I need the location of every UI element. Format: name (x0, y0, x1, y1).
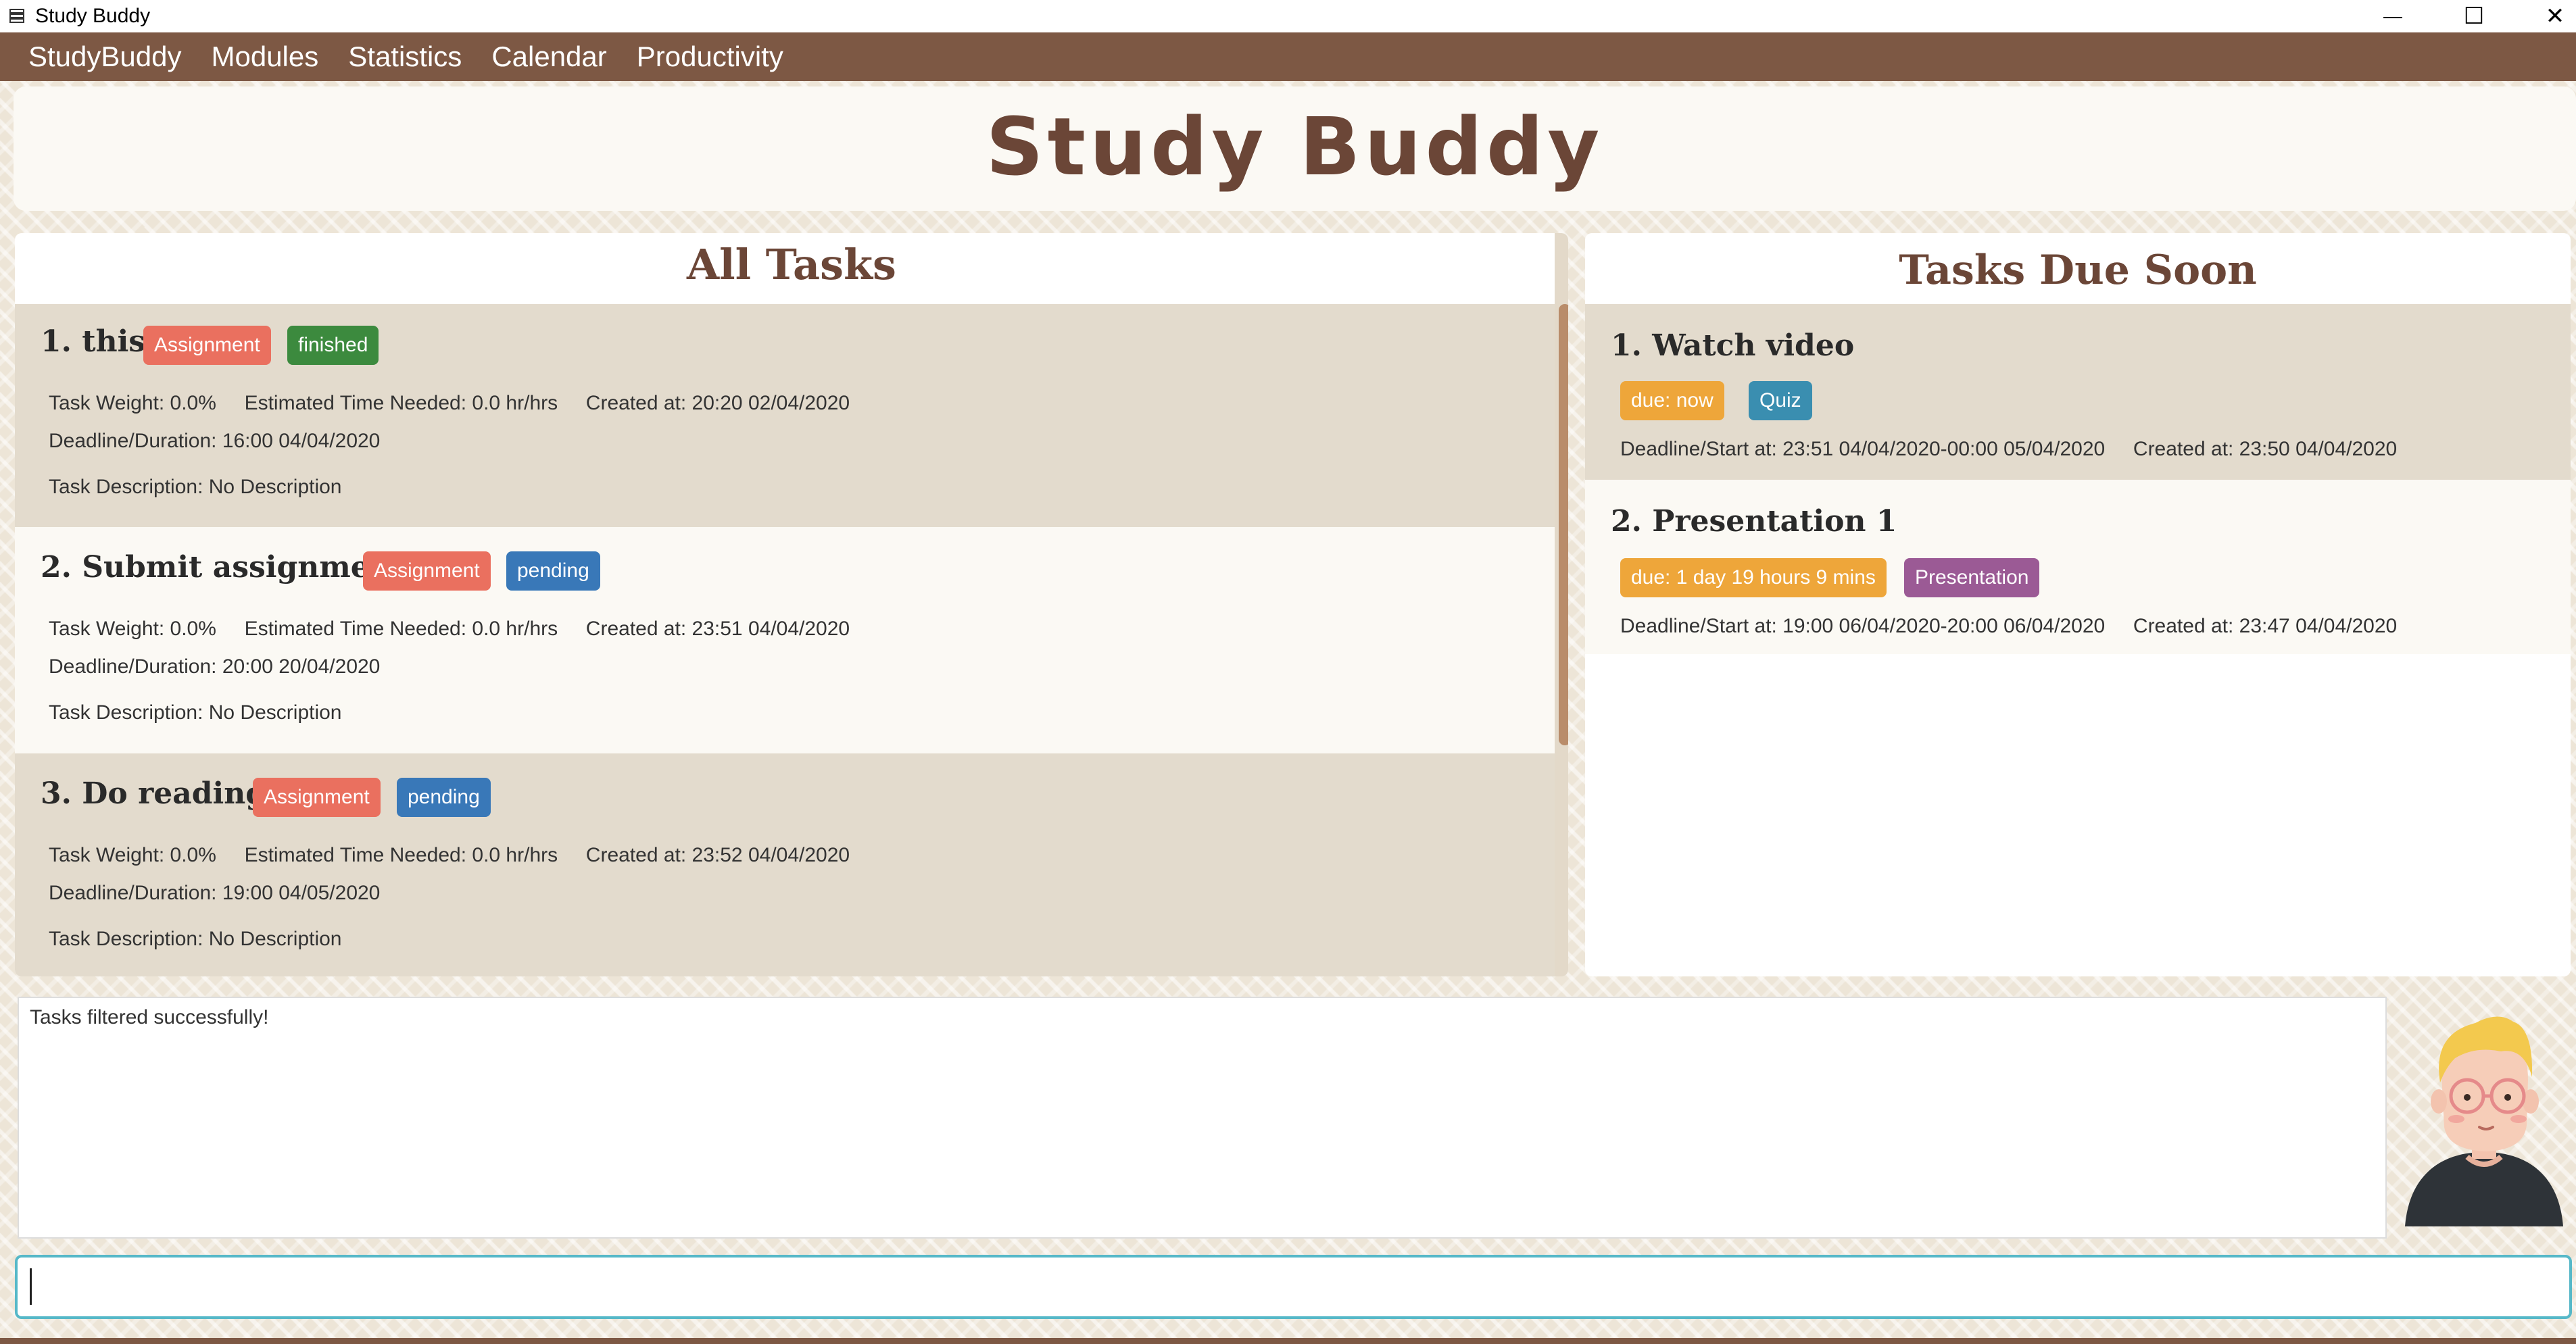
close-icon: ✕ (2545, 3, 2565, 29)
task-title: 1. this (41, 324, 146, 359)
task-status-badge: finished (287, 326, 379, 365)
book-stack-icon (9, 9, 24, 23)
due-badge: due: 1 day 19 hours 9 mins (1620, 558, 1887, 597)
close-button[interactable]: ✕ (2514, 0, 2576, 32)
menu-item-calendar[interactable]: Calendar (477, 32, 621, 81)
menu-item-studybuddy[interactable]: StudyBuddy (14, 32, 197, 81)
task-card[interactable]: 1. this Assignment finished Task Weight:… (15, 304, 1555, 527)
task-type-badge: Quiz (1749, 381, 1812, 420)
task-card[interactable]: 3. Do readings Assignment pending Task W… (15, 753, 1555, 976)
minimize-icon: — (2383, 5, 2402, 26)
task-details: Task Weight: 0.0% Estimated Time Needed:… (49, 844, 850, 866)
task-type-badge: Presentation (1904, 558, 2040, 597)
due-task-card[interactable]: 1. Watch video due: now Quiz Deadline/St… (1585, 304, 2571, 480)
due-soon-panel: Tasks Due Soon 1. Watch video due: now Q… (1585, 233, 2571, 976)
text-caret (30, 1268, 32, 1305)
all-tasks-panel: All Tasks 1. this Assignment finished Ta… (15, 233, 1568, 976)
due-badge: due: now (1620, 381, 1724, 420)
task-status-badge: pending (506, 551, 600, 591)
study-buddy-avatar-icon (2405, 1016, 2563, 1226)
task-details: Task Weight: 0.0% Estimated Time Needed:… (49, 618, 850, 640)
task-deadline: Deadline/Start at: 23:51 04/04/2020-00:0… (1620, 438, 2398, 460)
window-title: Study Buddy (35, 5, 151, 27)
task-title: 2. Submit assignment (41, 550, 406, 584)
task-details: Task Weight: 0.0% Estimated Time Needed:… (49, 392, 850, 414)
task-deadline: Deadline/Duration: 16:00 04/04/2020 (49, 430, 381, 452)
window-title-bar: Study Buddy — ☐ ✕ (0, 0, 2576, 32)
task-deadline: Deadline/Duration: 20:00 20/04/2020 (49, 655, 381, 678)
all-tasks-title: All Tasks (687, 240, 896, 289)
menu-item-modules[interactable]: Modules (197, 32, 334, 81)
task-description: Task Description: No Description (49, 928, 342, 950)
scrollbar-thumb[interactable] (1559, 304, 1568, 745)
task-description: Task Description: No Description (49, 476, 342, 498)
task-deadline: Deadline/Start at: 19:00 06/04/2020-20:0… (1620, 615, 2398, 637)
menu-item-productivity[interactable]: Productivity (622, 32, 798, 81)
task-description: Task Description: No Description (49, 701, 342, 724)
task-card[interactable]: 2. Submit assignment Assignment pending … (15, 527, 1555, 753)
due-task-card[interactable]: 2. Presentation 1 due: 1 day 19 hours 9 … (1585, 480, 2571, 654)
task-type-badge: Assignment (363, 551, 491, 591)
bottom-border (0, 1338, 2576, 1344)
task-title: 2. Presentation 1 (1611, 504, 1897, 539)
task-type-badge: Assignment (143, 326, 271, 365)
result-message: Tasks filtered successfully! (30, 1006, 269, 1028)
menu-item-statistics[interactable]: Statistics (333, 32, 477, 81)
task-title: 3. Do readings (41, 776, 283, 811)
maximize-button[interactable]: ☐ (2433, 0, 2514, 32)
task-type-badge: Assignment (253, 778, 381, 817)
due-soon-title: Tasks Due Soon (1899, 247, 2257, 294)
app-title: Study Buddy (986, 100, 1604, 193)
command-input[interactable] (15, 1255, 2572, 1319)
task-deadline: Deadline/Duration: 19:00 04/05/2020 (49, 882, 381, 904)
minimize-button[interactable]: — (2352, 0, 2433, 32)
maximize-icon: ☐ (2463, 3, 2485, 29)
result-display: Tasks filtered successfully! (18, 997, 2387, 1239)
app-header: Study Buddy (14, 86, 2576, 211)
menu-bar: StudyBuddy Modules Statistics Calendar P… (0, 32, 2576, 81)
task-title: 1. Watch video (1611, 328, 1855, 363)
task-status-badge: pending (397, 778, 491, 817)
